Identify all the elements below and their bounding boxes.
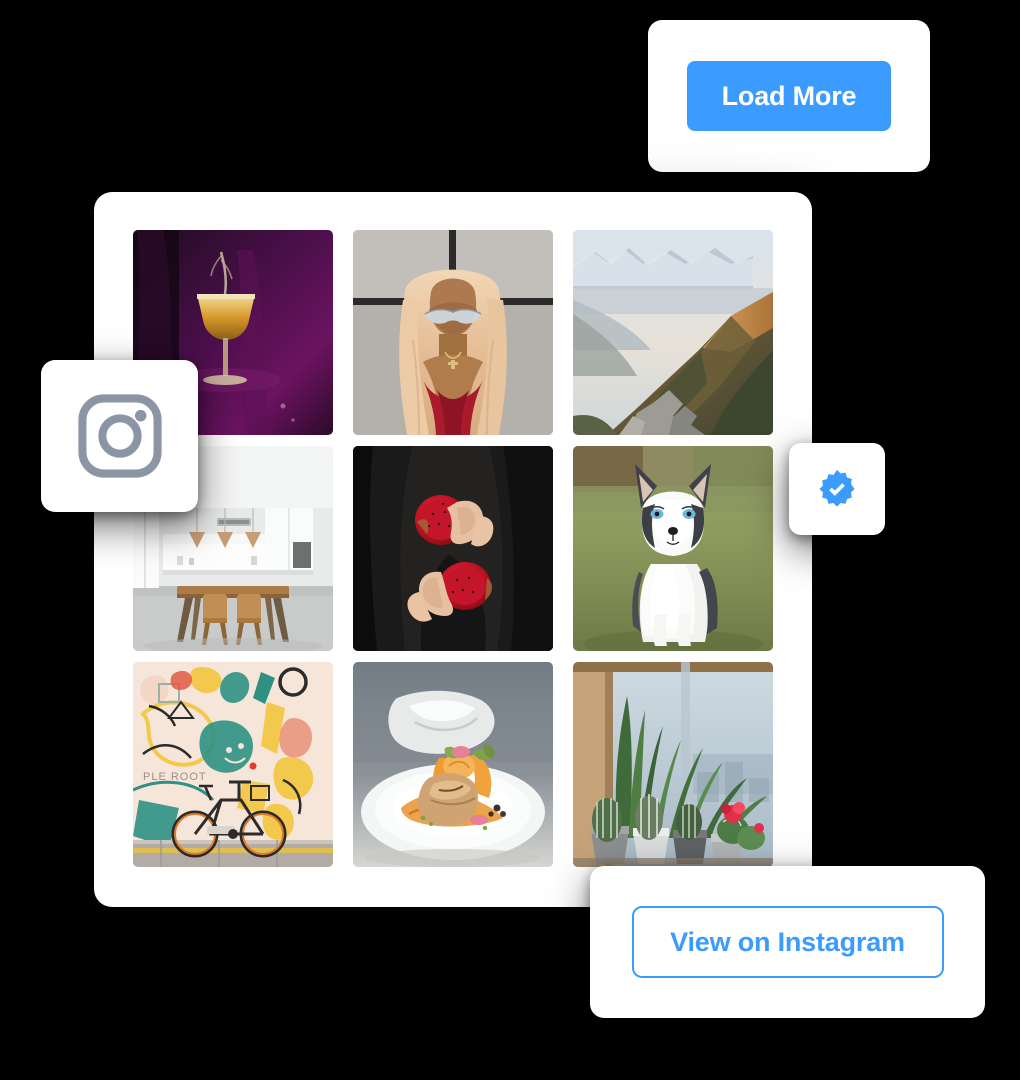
instagram-icon — [77, 394, 162, 478]
view-on-instagram-button[interactable]: View on Instagram — [631, 906, 944, 978]
instagram-logo-card — [41, 360, 198, 512]
photo-tile-mural[interactable]: PLE ROOT — [133, 662, 333, 867]
photo-tile-husky[interactable] — [573, 446, 773, 651]
photo-tile-dragonfruit[interactable] — [353, 446, 553, 651]
screenshot-stage: Load More PLE ROOT View on Instagram — [0, 0, 1020, 1080]
photo-tile-mountains[interactable] — [573, 230, 773, 435]
photo-husky-image — [573, 446, 773, 651]
view-on-instagram-card: View on Instagram — [590, 866, 985, 1018]
photo-food-image — [353, 662, 553, 867]
photo-cacti-image — [573, 662, 773, 867]
photo-dragonfruit-image — [353, 446, 553, 651]
photo-tile-food[interactable] — [353, 662, 553, 867]
photo-tile-portrait[interactable] — [353, 230, 553, 435]
load-more-button[interactable]: Load More — [687, 61, 891, 131]
verified-badge-card — [789, 443, 885, 535]
photo-portrait-image — [353, 230, 553, 435]
photo-mural-image: PLE ROOT — [133, 662, 333, 867]
load-more-card: Load More — [648, 20, 930, 172]
photo-tile-cacti[interactable] — [573, 662, 773, 867]
photo-mountains-image — [573, 230, 773, 435]
instagram-gallery-card: PLE ROOT — [94, 192, 812, 907]
verified-badge-icon — [819, 469, 855, 507]
instagram-photo-grid: PLE ROOT — [133, 230, 773, 869]
